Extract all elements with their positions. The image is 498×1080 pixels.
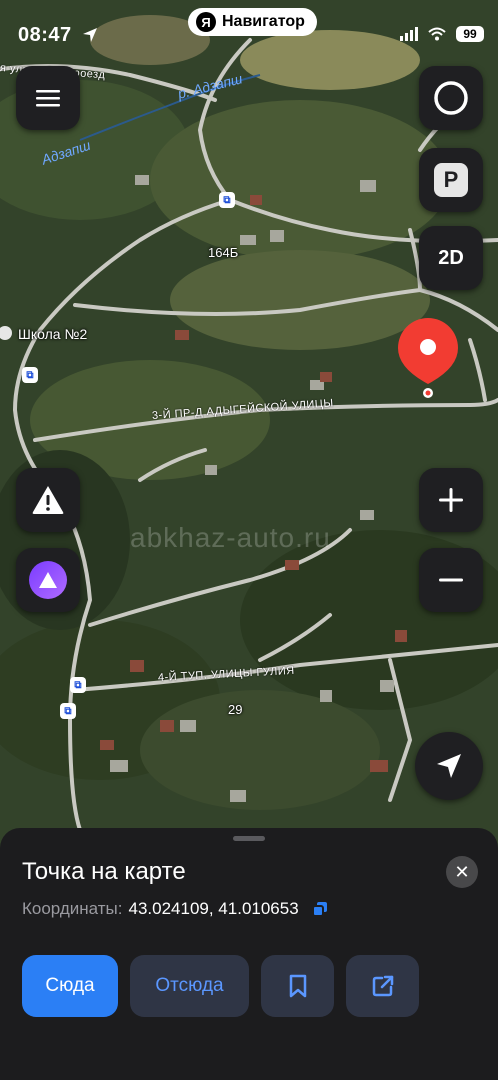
app-name: Навигатор	[222, 13, 305, 30]
house-164b-label: 164Б	[208, 245, 239, 260]
location-arrow-icon	[83, 28, 97, 42]
close-button[interactable]: ✕	[446, 856, 478, 888]
cellular-signal-icon	[400, 27, 418, 41]
coordinates-value[interactable]: 43.024109, 41.010653	[129, 899, 299, 919]
route-here-label: Сюда	[45, 975, 95, 996]
status-bar: 08:47 Я Навигатор 99	[0, 0, 498, 70]
coordinates-label: Координаты:	[22, 899, 123, 918]
bus-stop-icon[interactable]: ⧉	[70, 677, 86, 693]
ring-icon	[434, 81, 468, 115]
status-time: 08:47	[18, 24, 72, 46]
sheet-title: Точка на карте	[22, 858, 186, 885]
navigation-arrow-icon	[437, 754, 461, 778]
plus-icon	[439, 488, 463, 512]
zoom-in-button[interactable]	[419, 468, 483, 532]
bookmark-icon	[289, 974, 306, 998]
alice-button[interactable]	[16, 548, 80, 612]
alice-ring-button[interactable]	[419, 66, 483, 130]
yandex-logo-icon: Я	[196, 12, 216, 32]
parking-icon: P	[434, 163, 468, 197]
watermark: abkhaz-auto.ru	[130, 522, 331, 553]
share-icon	[372, 975, 393, 997]
bus-stop-icon[interactable]: ⧉	[22, 367, 38, 383]
alice-icon	[29, 561, 67, 599]
minus-icon	[439, 578, 463, 582]
battery-indicator: 99	[456, 26, 484, 42]
menu-button[interactable]	[16, 66, 80, 130]
view-mode-2d-button[interactable]: 2D	[419, 226, 483, 290]
wifi-icon	[428, 27, 446, 41]
close-icon: ✕	[454, 861, 470, 882]
route-from-button[interactable]: Отсюда	[130, 955, 249, 1017]
share-button[interactable]	[346, 955, 419, 1017]
my-location-button[interactable]	[415, 732, 483, 800]
bus-stop-icon[interactable]: ⧉	[60, 703, 76, 719]
route-from-label: Отсюда	[155, 975, 224, 996]
bookmark-button[interactable]	[261, 955, 334, 1017]
report-incident-button[interactable]	[16, 468, 80, 532]
copy-icon[interactable]	[312, 902, 327, 916]
route-here-button[interactable]: Сюда	[22, 955, 118, 1017]
school-label[interactable]: Школа №2	[18, 326, 87, 342]
view-mode-label: 2D	[438, 246, 464, 269]
coordinates-row: Координаты: 43.024109, 41.010653	[22, 899, 327, 919]
point-info-sheet: Точка на карте ✕ Координаты: 43.024109, …	[0, 828, 498, 1080]
parking-button[interactable]: P	[419, 148, 483, 212]
warning-icon	[32, 486, 64, 514]
sheet-drag-handle[interactable]	[233, 836, 265, 841]
zoom-out-button[interactable]	[419, 548, 483, 612]
app-back-pill[interactable]: Я Навигатор	[188, 8, 317, 36]
menu-icon	[36, 90, 60, 107]
house-29-label: 29	[228, 702, 243, 717]
bus-stop-icon[interactable]: ⧉	[219, 192, 235, 208]
